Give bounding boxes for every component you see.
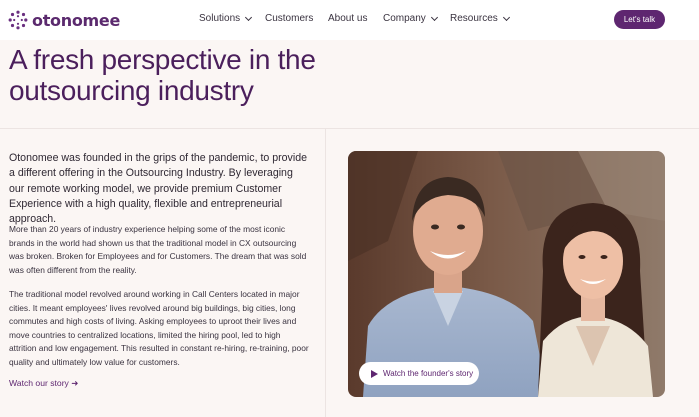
nav-customers[interactable]: Customers — [265, 13, 313, 24]
section-divider — [0, 128, 699, 129]
nav-about-us-label: About us — [328, 13, 368, 24]
watch-founders-story-label: Watch the founder's story — [383, 369, 474, 378]
nav-solutions[interactable]: Solutions — [199, 13, 253, 24]
top-navigation: otonomee Solutions Customers About us Co… — [0, 0, 699, 40]
founders-photo — [348, 151, 665, 397]
chevron-down-icon — [502, 13, 510, 21]
nav-about-us[interactable]: About us — [328, 13, 367, 24]
body-paragraph-1: More than 20 years of industry experienc… — [9, 224, 307, 275]
nav-company-label: Company — [383, 13, 426, 24]
chevron-down-icon — [245, 13, 253, 21]
founders-illustration — [348, 151, 665, 397]
intro-lead-text: Otonomee was founded in the grips of the… — [9, 152, 307, 226]
nav-resources-label: Resources — [450, 13, 498, 24]
logo-dots-icon — [8, 10, 28, 30]
chevron-down-icon — [430, 13, 438, 21]
nav-resources[interactable]: Resources — [450, 13, 510, 24]
page-title: A fresh perspective in the outsourcing i… — [9, 44, 316, 106]
otonomee-logo[interactable]: otonomee — [8, 9, 120, 31]
column-divider — [325, 129, 326, 417]
watch-our-story-link[interactable]: Watch our story ➜ — [9, 378, 78, 389]
body-paragraph-2: The traditional model revolved around wo… — [9, 289, 309, 367]
nav-company[interactable]: Company — [383, 13, 438, 24]
play-icon — [371, 369, 378, 378]
logo-wordmark: otonomee — [32, 10, 120, 30]
watch-founders-story-button[interactable]: Watch the founder's story — [359, 362, 479, 385]
lets-talk-button[interactable]: Let's talk — [614, 10, 665, 29]
nav-customers-label: Customers — [265, 13, 314, 24]
nav-solutions-label: Solutions — [199, 13, 241, 24]
